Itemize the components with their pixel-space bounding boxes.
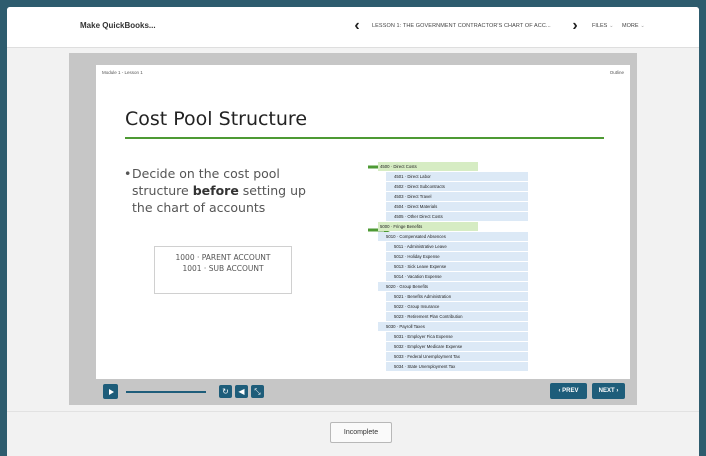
prev-button[interactable]: ‹ PREV — [550, 383, 587, 399]
more-menu-label: MORE — [622, 23, 639, 29]
chart-of-accounts-row: 5013 · Sick Leave Expense — [386, 262, 528, 271]
chart-of-accounts-row: 5032 · Employer Medicare Expense — [386, 342, 528, 351]
play-button[interactable] — [103, 384, 118, 399]
chart-of-accounts-row: 5011 · Administrative Leave — [386, 242, 528, 251]
chart-of-accounts-row: 5010 · Compensated Absences — [378, 232, 528, 241]
replay-icon[interactable]: ↻ — [219, 385, 232, 398]
incomplete-button[interactable]: Incomplete — [330, 422, 392, 443]
sub-account-label: 1001 · SUB ACCOUNT — [182, 264, 264, 273]
chart-of-accounts-row: 5022 · Group Insurance — [386, 302, 528, 311]
bullet-dot-icon: • — [124, 166, 132, 181]
slide-title: Cost Pool Structure — [125, 108, 308, 130]
chart-of-accounts-row: 4500 · Direct Costs — [378, 162, 478, 171]
next-button[interactable]: NEXT › — [592, 383, 625, 399]
chart-of-accounts-row: 5033 · Federal Unemployment Tax — [386, 352, 528, 361]
slide-player: Module 1 - Lesson 1 Outline Cost Pool St… — [69, 53, 637, 405]
top-bar: Make QuickBooks... ‹ LESSON 1: THE GOVER… — [7, 7, 699, 48]
course-title[interactable]: Make QuickBooks... — [80, 21, 156, 30]
previous-lesson-arrow-icon[interactable]: ‹ — [349, 17, 365, 35]
chart-of-accounts-row: 5021 · Benefits Administration — [386, 292, 528, 301]
chart-of-accounts-row: 5031 · Employer Fica Expense — [386, 332, 528, 341]
next-lesson-arrow-icon[interactable]: › — [567, 17, 583, 35]
chart-of-accounts-row: 4505 · Other Direct Costs — [386, 212, 528, 221]
breadcrumb: Module 1 - Lesson 1 — [102, 70, 143, 75]
files-menu[interactable]: FILES ⌄ — [592, 23, 614, 29]
title-divider — [125, 137, 604, 139]
chart-of-accounts-row: 5014 · Vacation Expense — [386, 272, 528, 281]
outline-link[interactable]: Outline — [610, 70, 624, 75]
chart-of-accounts-row: 4503 · Direct Travel — [386, 192, 528, 201]
chevron-down-icon: ⌄ — [640, 23, 645, 29]
chart-of-accounts-row: 5020 · Group Benefits — [378, 282, 528, 291]
chart-of-accounts-row: 5000 · Fringe Benefits — [378, 222, 478, 231]
bullet-text-bold: before — [192, 183, 239, 198]
account-example-box: 1000 · PARENT ACCOUNT 1001 · SUB ACCOUNT — [154, 246, 292, 294]
chart-of-accounts-row: 5034 · State Unemployment Tax — [386, 362, 528, 371]
chevron-down-icon: ⌄ — [609, 23, 614, 29]
chart-of-accounts-row: 4502 · Direct Subcontracts — [386, 182, 528, 191]
player-controls: ↻ ◀ ⤡ ‹ PREV NEXT › — [96, 383, 630, 401]
fullscreen-icon[interactable]: ⤡ — [251, 385, 264, 398]
chart-of-accounts-row: 5030 · Payroll Taxes — [378, 322, 528, 331]
parent-account-label: 1000 · PARENT ACCOUNT — [175, 253, 271, 262]
footer-divider — [7, 411, 699, 412]
lesson-title[interactable]: LESSON 1: THE GOVERNMENT CONTRACTOR'S CH… — [372, 23, 551, 29]
chart-of-accounts-row: 4504 · Direct Materials — [386, 202, 528, 211]
more-menu[interactable]: MORE ⌄ — [622, 23, 645, 29]
files-menu-label: FILES — [592, 23, 608, 29]
progress-bar[interactable] — [126, 391, 206, 393]
volume-icon[interactable]: ◀ — [235, 385, 248, 398]
chart-of-accounts-row: 4501 · Direct Labor — [386, 172, 528, 181]
chart-of-accounts-row: 5023 · Retirement Plan Contribution — [386, 312, 528, 321]
slide-content: Module 1 - Lesson 1 Outline Cost Pool St… — [96, 65, 630, 379]
bullet-text: • Decide on the cost pool structure befor… — [124, 165, 312, 216]
chart-of-accounts-row: 5012 · Holiday Expense — [386, 252, 528, 261]
course-window: Make QuickBooks... ‹ LESSON 1: THE GOVER… — [7, 7, 699, 456]
